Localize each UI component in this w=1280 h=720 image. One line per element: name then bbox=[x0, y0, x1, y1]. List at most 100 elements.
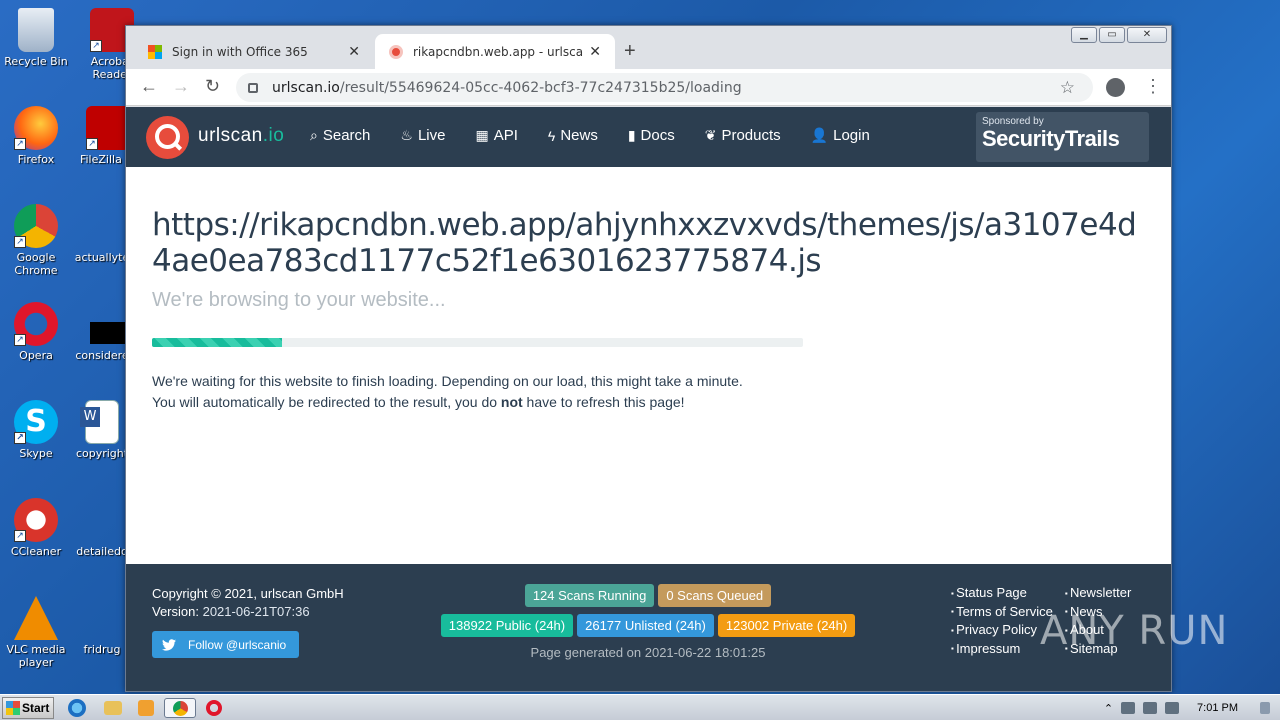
chrome-icon bbox=[172, 701, 188, 716]
lock-icon bbox=[248, 82, 258, 93]
user-icon: 👤 bbox=[810, 127, 829, 143]
twitter-follow-button[interactable]: Follow @urlscanio bbox=[152, 631, 299, 658]
chrome-icon: ↗ bbox=[14, 204, 58, 248]
ie-taskbar-icon[interactable] bbox=[68, 699, 86, 717]
new-tab-plus-icon[interactable]: + bbox=[624, 40, 636, 63]
status-subtitle: We're browsing to your website... bbox=[152, 289, 446, 311]
nav-news[interactable]: ϟ News bbox=[548, 127, 598, 144]
footer-link[interactable]: Impressum bbox=[951, 640, 1053, 659]
tab-urlscan[interactable]: rikapcndbn.web.app - urlscan.io ✕ bbox=[375, 34, 615, 69]
fire-icon: ♨ bbox=[400, 127, 413, 143]
browser-toolbar: ← → ↻ urlscan.io/result/55469624-05cc-40… bbox=[126, 69, 1171, 106]
message-emphasis: not bbox=[500, 394, 523, 410]
nav-label: Products bbox=[721, 127, 781, 144]
footer-link[interactable]: Terms of Service bbox=[951, 603, 1053, 622]
close-tab-icon[interactable]: ✕ bbox=[348, 44, 360, 60]
search-icon: ⌕ bbox=[310, 127, 318, 143]
nav-products[interactable]: ❦ Products bbox=[705, 127, 781, 144]
nav-api[interactable]: ▦ API bbox=[475, 127, 517, 144]
recycle-bin-icon bbox=[18, 8, 54, 52]
window-controls: ▁ ▭ ✕ bbox=[1071, 27, 1167, 43]
clock[interactable]: 7:01 PM bbox=[1197, 702, 1238, 714]
desktop-icon-label: Recycle Bin bbox=[4, 55, 68, 68]
twitter-bird-icon bbox=[162, 638, 176, 651]
forward-arrow-icon[interactable]: → bbox=[172, 76, 190, 97]
file-icon bbox=[80, 204, 124, 248]
footer-link[interactable]: Privacy Policy bbox=[951, 621, 1053, 640]
media-player-taskbar-icon[interactable] bbox=[138, 700, 154, 716]
close-tab-icon[interactable]: ✕ bbox=[589, 44, 601, 60]
speaker-icon[interactable] bbox=[1121, 702, 1136, 714]
flag-icon[interactable] bbox=[1165, 702, 1180, 714]
nav-label: Live bbox=[417, 127, 446, 144]
close-window-icon[interactable]: ✕ bbox=[1127, 27, 1167, 43]
qrcode-icon: ▦ bbox=[475, 127, 489, 143]
ccleaner-icon: ↗ bbox=[14, 498, 58, 542]
tab-office365[interactable]: Sign in with Office 365 ✕ bbox=[134, 34, 374, 69]
version-label: Version: bbox=[152, 604, 203, 619]
explorer-taskbar-icon[interactable] bbox=[104, 701, 122, 715]
skype-icon: S ↗ bbox=[14, 400, 58, 444]
message-line-1: We're waiting for this website to finish… bbox=[152, 373, 743, 389]
filezilla-icon: ↗ bbox=[86, 106, 130, 150]
footer-link[interactable]: Newsletter bbox=[1065, 584, 1131, 603]
back-arrow-icon[interactable]: ← bbox=[140, 76, 158, 97]
network-icon[interactable] bbox=[1143, 702, 1158, 714]
stat-badge[interactable]: 123002 Private (24h) bbox=[717, 614, 856, 637]
version-value: 2021-06-21T07:36 bbox=[202, 604, 310, 619]
opera-taskbar-icon[interactable] bbox=[206, 700, 222, 716]
nav-live[interactable]: ♨ Live bbox=[400, 127, 445, 144]
twitter-label: Follow @urlscanio bbox=[188, 637, 287, 652]
minimize-icon[interactable]: ▁ bbox=[1071, 27, 1097, 43]
address-bar[interactable]: urlscan.io/result/55469624-05cc-4062-bcf… bbox=[236, 73, 1093, 102]
opera-icon: ↗ bbox=[14, 302, 58, 346]
nav-login[interactable]: 👤 Login bbox=[811, 127, 870, 144]
web-page: urlscan.io ⌕ Search ♨ Live ▦ API ϟ News ▮ Doc… bbox=[126, 107, 1171, 691]
nav-menu: ⌕ Search ♨ Live ▦ API ϟ News ▮ Docs ❦ Products… bbox=[310, 127, 900, 144]
nav-docs[interactable]: ▮ Docs bbox=[628, 127, 675, 144]
system-tray: ⌃ 7:01 PM bbox=[1104, 695, 1280, 720]
stat-badge[interactable]: 124 Scans Running bbox=[524, 584, 655, 607]
firefox-icon: ↗ bbox=[14, 106, 58, 150]
footer-link[interactable]: Status Page bbox=[951, 584, 1053, 603]
nav-label: Login bbox=[833, 127, 870, 144]
maximize-icon[interactable]: ▭ bbox=[1099, 27, 1125, 43]
sponsor-banner[interactable]: Sponsored by SecurityTrails bbox=[976, 112, 1149, 162]
stat-badge[interactable]: 138922 Public (24h) bbox=[440, 614, 574, 637]
desktop-icon-recycle-bin[interactable]: Recycle Bin bbox=[0, 8, 76, 68]
site-footer: Copyright © 2021, urlscan GmbH Version: … bbox=[126, 564, 1171, 691]
file-icon bbox=[80, 596, 124, 640]
browser-window: Sign in with Office 365 ✕ rikapcndbn.web… bbox=[125, 25, 1172, 692]
chrome-taskbar-icon[interactable] bbox=[164, 698, 196, 718]
start-button[interactable]: Start bbox=[2, 697, 54, 719]
brand-tld: .io bbox=[262, 125, 285, 146]
word-document-icon: W bbox=[80, 400, 119, 444]
footer-links-col-1: Status PageTerms of ServicePrivacy Polic… bbox=[951, 584, 1053, 658]
desktop-icon-label: Firefox bbox=[17, 153, 55, 166]
reload-icon[interactable]: ↻ bbox=[205, 76, 220, 97]
loading-progress-bar bbox=[152, 338, 803, 347]
stat-badge[interactable]: 26177 Unlisted (24h) bbox=[577, 614, 714, 637]
nav-label: API bbox=[493, 127, 518, 144]
anyrun-watermark: ANY RUN bbox=[1040, 608, 1229, 654]
nav-search[interactable]: ⌕ Search bbox=[310, 127, 370, 144]
desktop-icon-firefox[interactable]: ↗ Firefox bbox=[0, 106, 76, 166]
kebab-menu-icon[interactable]: ⋮ bbox=[1144, 76, 1162, 97]
progress-fill bbox=[152, 338, 283, 347]
microsoft-logo-icon bbox=[148, 44, 162, 59]
urlscan-logo-icon[interactable] bbox=[146, 116, 189, 159]
bookmark-star-icon[interactable]: ☆ bbox=[1060, 78, 1075, 98]
tray-expand-icon[interactable]: ⌃ bbox=[1104, 702, 1113, 715]
message-text: You will automatically be redirected to … bbox=[152, 394, 501, 410]
show-desktop-icon[interactable] bbox=[1260, 702, 1270, 714]
footer-info: Copyright © 2021, urlscan GmbH Version: … bbox=[152, 585, 344, 621]
stat-badge[interactable]: 0 Scans Queued bbox=[658, 584, 772, 607]
nav-label: News bbox=[560, 127, 598, 144]
url-host: urlscan.io bbox=[272, 79, 340, 96]
site-brand[interactable]: urlscan.io bbox=[198, 125, 284, 147]
site-navbar: urlscan.io ⌕ Search ♨ Live ▦ API ϟ News ▮ Doc… bbox=[126, 107, 1171, 167]
file-icon bbox=[80, 498, 124, 542]
version-text: Version: 2021-06-21T07:36 bbox=[152, 603, 344, 621]
scan-stats: 124 Scans Running 0 Scans Queued 138922 P… bbox=[425, 584, 871, 660]
account-avatar-icon[interactable] bbox=[1106, 78, 1125, 97]
